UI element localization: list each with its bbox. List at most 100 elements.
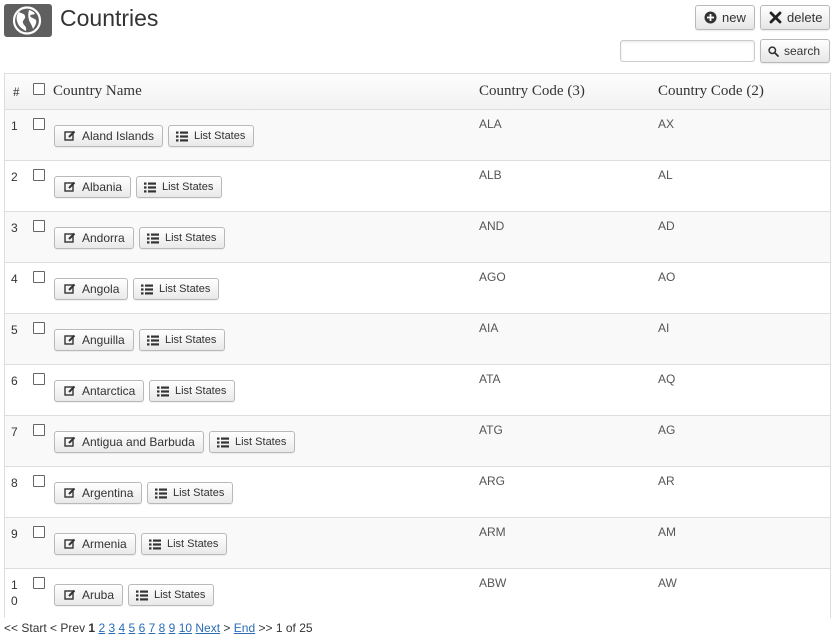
row-checkbox[interactable] — [33, 424, 45, 436]
row-number: 1 — [11, 119, 18, 133]
list-states-button[interactable]: List States — [139, 227, 226, 249]
pager-page-link[interactable]: 4 — [119, 621, 126, 635]
list-states-button[interactable]: List States — [209, 431, 296, 453]
edit-country-button[interactable]: Aland Islands — [54, 125, 164, 147]
country-code-2: AM — [658, 525, 676, 539]
list-states-label: List States — [194, 130, 246, 142]
row-checkbox[interactable] — [33, 526, 45, 538]
row-checkbox[interactable] — [33, 577, 45, 589]
table-row: 5 Anguilla List States AIA AI — [5, 313, 830, 364]
column-header-number: # — [13, 84, 20, 99]
list-states-button[interactable]: List States — [133, 278, 220, 300]
country-code-3: ATG — [479, 423, 503, 437]
list-states-label: List States — [162, 181, 214, 193]
pager-page-link[interactable]: 6 — [139, 621, 146, 635]
edit-icon — [64, 436, 76, 448]
edit-country-button[interactable]: Anguilla — [54, 329, 134, 351]
list-states-button[interactable]: List States — [149, 380, 236, 402]
new-button[interactable]: new — [695, 5, 755, 30]
countries-table: # Country Name Country Code (3) Country … — [4, 73, 831, 619]
row-checkbox[interactable] — [33, 118, 45, 130]
row-checkbox[interactable] — [33, 373, 45, 385]
edit-country-button[interactable]: Aruba — [54, 584, 124, 606]
edit-country-button[interactable]: Armenia — [54, 533, 136, 555]
table-header: # Country Name Country Code (3) Country … — [5, 74, 830, 110]
country-code-2: AO — [658, 270, 676, 284]
row-checkbox[interactable] — [33, 220, 45, 232]
list-states-button[interactable]: List States — [141, 533, 228, 555]
column-header-code2: Country Code (2) — [658, 83, 764, 99]
edit-country-button[interactable]: Antigua and Barbuda — [54, 431, 204, 453]
country-code-3: ALB — [479, 168, 502, 182]
globe-logo — [4, 4, 52, 37]
edit-icon — [64, 181, 76, 193]
pager-current-page: 1 — [88, 621, 96, 635]
country-name: Aland Islands — [82, 129, 155, 143]
country-code-3: ALA — [479, 117, 502, 131]
country-name: Armenia — [82, 537, 127, 551]
list-states-button[interactable]: List States — [136, 176, 223, 198]
pager-page-link[interactable]: 3 — [108, 621, 115, 635]
select-all-checkbox[interactable] — [33, 83, 45, 95]
row-number: 10 — [11, 578, 18, 608]
table-row: 7 Antigua and Barbuda List States ATG AG — [5, 415, 830, 466]
edit-country-button[interactable]: Antarctica — [54, 380, 145, 402]
table-row: 6 Antarctica List States ATA AQ — [5, 364, 830, 415]
row-checkbox[interactable] — [33, 475, 45, 487]
table-row: 2 Albania List States ALB AL — [5, 160, 830, 211]
country-name: Albania — [82, 180, 123, 194]
pager-page-link[interactable]: 10 — [179, 621, 192, 635]
list-states-label: List States — [173, 487, 225, 499]
delete-button[interactable]: delete — [760, 5, 830, 30]
edit-icon — [64, 385, 76, 397]
pager-page-links: 2 3 4 5 6 7 8 9 10 — [98, 621, 195, 635]
country-code-2: AI — [658, 321, 670, 335]
list-states-label: List States — [167, 538, 219, 550]
list-states-button[interactable]: List States — [128, 584, 215, 606]
list-states-button[interactable]: List States — [168, 125, 255, 147]
pager-next-link[interactable]: Next — [195, 621, 220, 635]
row-number: 8 — [11, 476, 18, 490]
close-icon — [769, 11, 782, 24]
row-number: 6 — [11, 374, 18, 388]
edit-country-button[interactable]: Andorra — [54, 227, 134, 249]
pager-end-link[interactable]: End — [234, 621, 255, 635]
row-checkbox[interactable] — [33, 169, 45, 181]
row-checkbox[interactable] — [33, 271, 45, 283]
table-row: 10 Aruba List States ABW AW — [5, 568, 830, 619]
pager-end-suffix: >> — [258, 621, 273, 635]
list-states-button[interactable]: List States — [139, 329, 226, 351]
list-states-label: List States — [175, 385, 227, 397]
search-button[interactable]: search — [760, 39, 830, 63]
plus-circle-icon — [704, 11, 717, 24]
globe-icon — [12, 6, 42, 35]
edit-icon — [64, 334, 76, 346]
country-name: Aruba — [82, 588, 115, 602]
search-input[interactable] — [620, 40, 755, 62]
country-code-3: ATA — [479, 372, 501, 386]
edit-country-button[interactable]: Argentina — [54, 482, 143, 504]
pager-page-link[interactable]: 2 — [98, 621, 105, 635]
country-name: Angola — [82, 282, 120, 296]
column-header-country-name: Country Name — [53, 83, 142, 99]
edit-icon — [64, 283, 76, 295]
country-code-3: AND — [479, 219, 505, 233]
country-code-2: AD — [658, 219, 675, 233]
country-code-3: AIA — [479, 321, 499, 335]
row-number: 7 — [11, 425, 18, 439]
list-icon — [144, 182, 156, 193]
edit-country-button[interactable]: Angola — [54, 278, 129, 300]
list-states-label: List States — [165, 232, 217, 244]
new-button-label: new — [722, 10, 746, 25]
pager-page-link[interactable]: 9 — [169, 621, 176, 635]
pager-page-link[interactable]: 8 — [159, 621, 166, 635]
pager-page-link[interactable]: 7 — [149, 621, 156, 635]
page-title: Countries — [60, 5, 159, 31]
list-states-button[interactable]: List States — [147, 482, 234, 504]
edit-country-button[interactable]: Albania — [54, 176, 132, 198]
list-icon — [147, 335, 159, 346]
search-icon — [768, 45, 779, 57]
pager-page-link[interactable]: 5 — [129, 621, 136, 635]
row-checkbox[interactable] — [33, 322, 45, 334]
row-number: 3 — [11, 221, 18, 235]
